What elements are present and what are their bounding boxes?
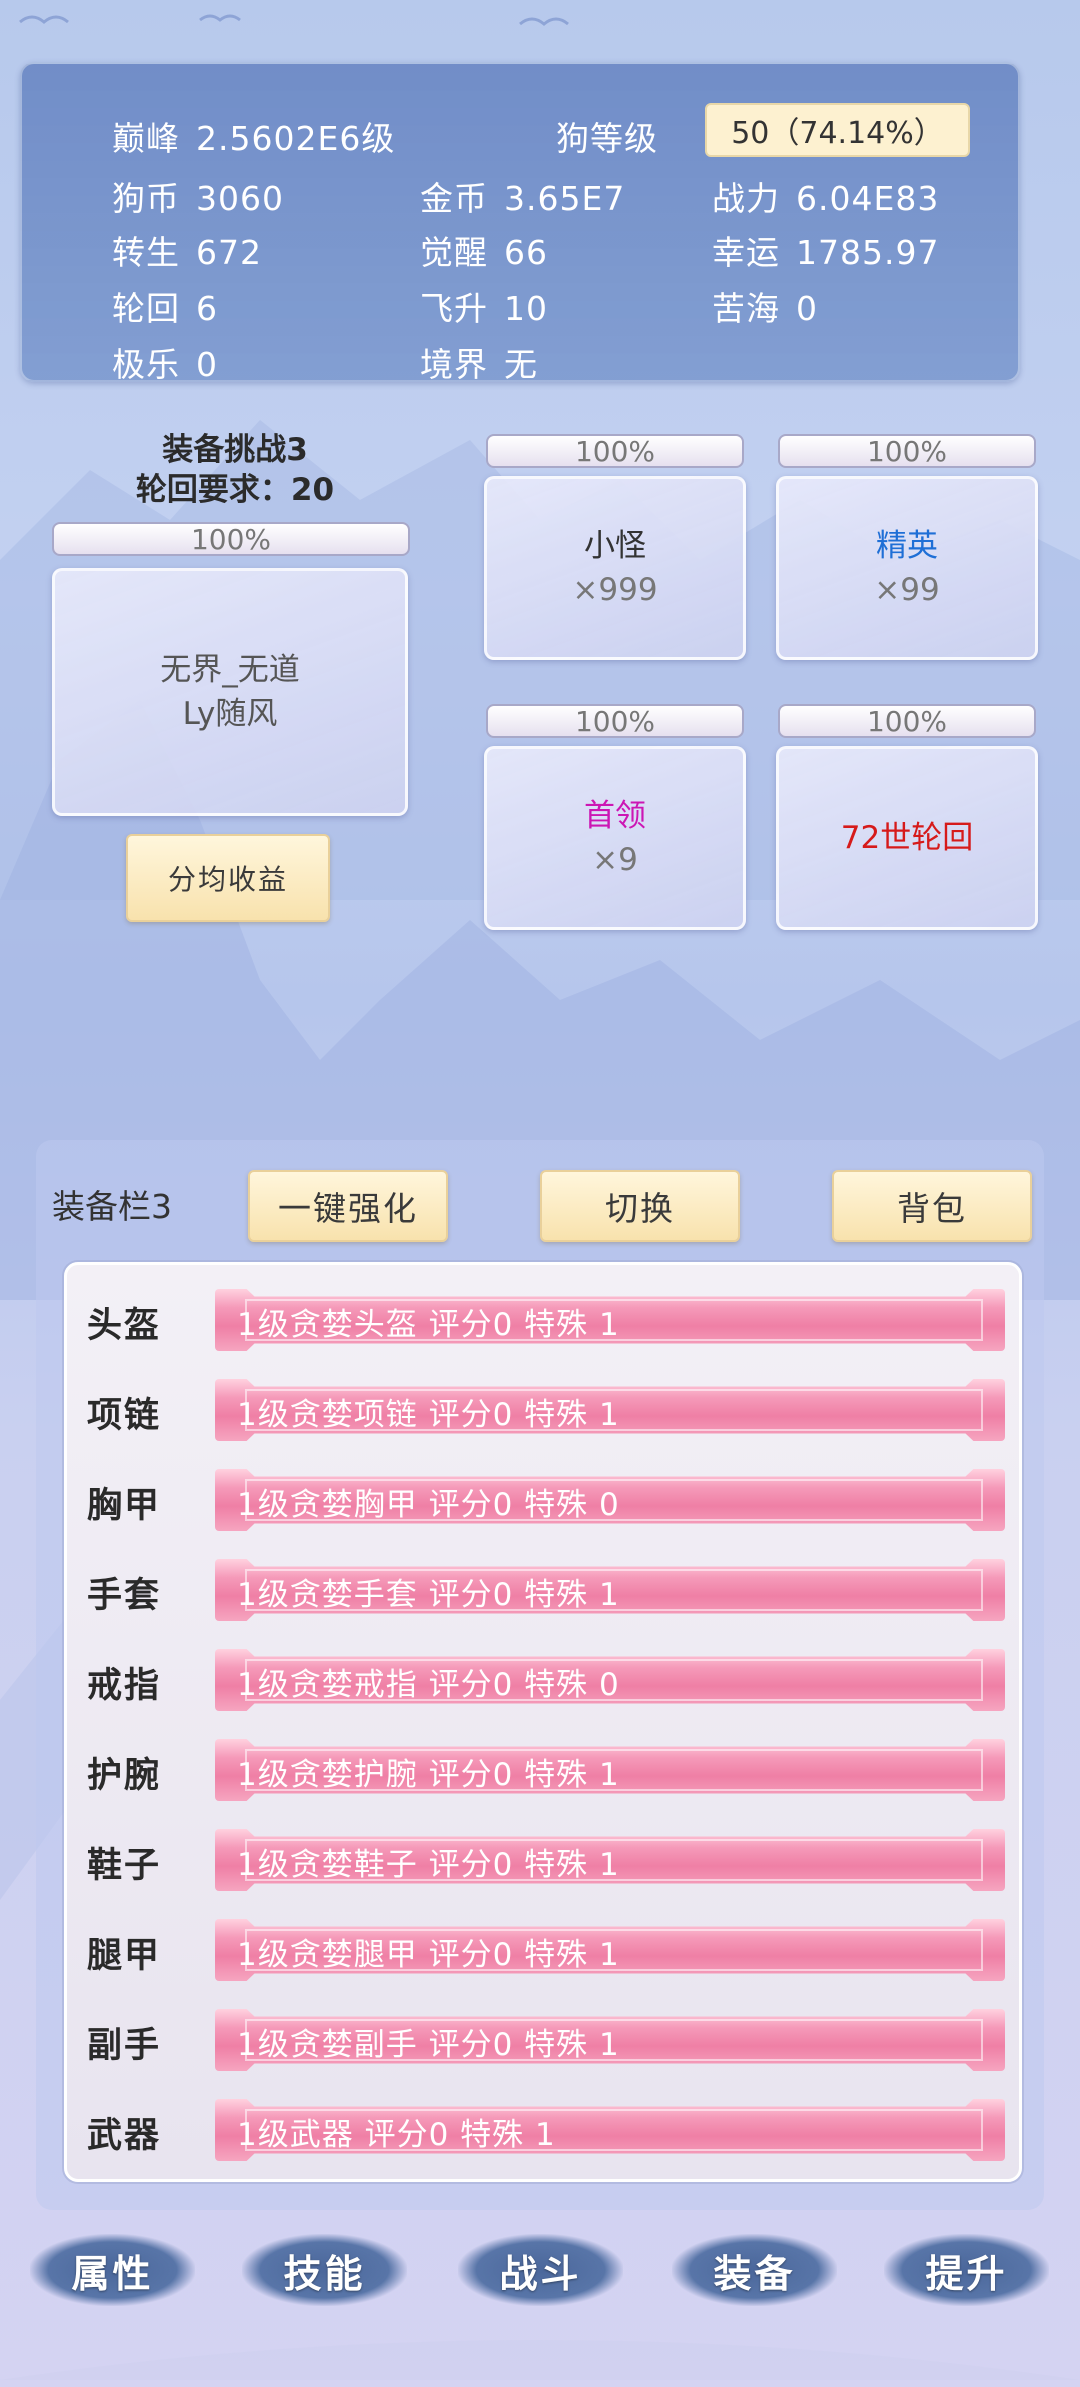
stat-bliss: 极乐 0: [112, 345, 218, 384]
equip-item-text: 1级贪婪项链 评分0 特殊 1: [237, 1397, 620, 1433]
equip-row-gloves[interactable]: 手套 1级贪婪手套 评分0 特殊 1: [87, 1555, 1012, 1625]
boss-progress-text: 100%: [190, 522, 272, 556]
stat-peak: 巅峰 2.5602E6级: [112, 119, 396, 158]
equip-row-ring[interactable]: 戒指 1级贪婪戒指 评分0 特殊 0: [87, 1645, 1012, 1715]
equip-slot-name: 鞋子: [87, 1846, 162, 1886]
equip-row-bracer[interactable]: 护腕 1级贪婪护腕 评分0 特殊 1: [87, 1735, 1012, 1805]
stat-realm: 境界无: [420, 345, 538, 384]
enemy-count-elite: ×99: [874, 572, 940, 608]
equip-item-text: 1级贪婪护腕 评分0 特殊 1: [237, 1757, 620, 1793]
enemy-name-reincarnation: 72世轮回: [840, 820, 974, 856]
equip-item-text: 1级贪婪副手 评分0 特殊 1: [237, 2027, 620, 2063]
stat-luck: 幸运 1785.97: [712, 233, 940, 272]
nav-battle[interactable]: 战斗: [458, 2220, 623, 2320]
stat-dog-level-label: 狗等级: [556, 119, 658, 158]
equipment-list: 头盔 1级贪婪头盔 评分0 特殊 1 项链 1级贪婪项链 评分0 特殊 1 胸甲…: [64, 1262, 1022, 2182]
nav-upgrade[interactable]: 提升: [884, 2220, 1049, 2320]
boss-name-line2: Ly随风: [182, 696, 278, 732]
nav-battle-label: 战斗: [499, 2251, 582, 2296]
equip-row-necklace[interactable]: 项链 1级贪婪项链 评分0 特殊 1: [87, 1375, 1012, 1445]
switch-button[interactable]: 切换: [540, 1170, 740, 1242]
challenge-title-block: 装备挑战3 轮回要求：20: [50, 430, 420, 510]
equip-slot-name: 护腕: [87, 1756, 162, 1796]
reincarnation-progress-text: 100%: [866, 704, 948, 738]
boss-name-line1: 无界_无道: [160, 652, 300, 688]
equip-slot-name: 戒指: [87, 1666, 162, 1706]
enemy-count-leader: ×9: [592, 842, 638, 878]
equip-item-text: 1级贪婪戒指 评分0 特殊 0: [237, 1667, 620, 1703]
stat-samsara: 轮回 6: [112, 289, 218, 328]
equip-row-chest[interactable]: 胸甲 1级贪婪胸甲 评分0 特殊 0: [87, 1465, 1012, 1535]
equip-item-text: 1级贪婪胸甲 评分0 特殊 0: [237, 1487, 620, 1523]
equip-slot-name: 胸甲: [87, 1486, 162, 1526]
share-earnings-button[interactable]: 分均收益: [126, 834, 330, 922]
nav-skills-label: 技能: [283, 2251, 366, 2296]
challenge-title: 装备挑战3: [162, 432, 308, 468]
challenge-requirement: 轮回要求：20: [135, 472, 335, 508]
equip-item-text: 1级贪婪腿甲 评分0 特殊 1: [237, 1937, 620, 1973]
minion-progress-bar: 100%: [486, 434, 744, 468]
leader-progress-bar: 100%: [486, 704, 744, 738]
minion-progress-text: 100%: [574, 434, 656, 468]
equip-slot-name: 武器: [87, 2116, 162, 2156]
enemy-count-minion: ×999: [572, 572, 658, 608]
stat-gold-coin: 金币 3.65E7: [420, 179, 626, 218]
nav-skills[interactable]: 技能: [242, 2220, 407, 2320]
enemy-name-elite: 精英: [876, 528, 938, 564]
stat-awaken: 觉醒 66: [420, 233, 548, 272]
one-click-enhance-button[interactable]: 一键强化: [248, 1170, 448, 1242]
bag-button[interactable]: 背包: [832, 1170, 1032, 1242]
enemy-card-minion[interactable]: 小怪 ×999: [484, 476, 746, 660]
nav-attributes[interactable]: 属性: [30, 2220, 195, 2320]
equip-row-weapon[interactable]: 武器 1级武器 评分0 特殊 1: [87, 2095, 1012, 2165]
stat-bitter-sea: 苦海 0: [712, 289, 818, 328]
enemy-card-reincarnation[interactable]: 72世轮回: [776, 746, 1038, 930]
stat-dog-coin: 狗币 3060: [112, 179, 284, 218]
stat-power: 战力 6.04E83: [712, 179, 940, 218]
equip-row-legs[interactable]: 腿甲 1级贪婪腿甲 评分0 特殊 1: [87, 1915, 1012, 1985]
equip-slot-name: 头盔: [87, 1306, 162, 1346]
equip-slot-name: 手套: [87, 1576, 162, 1616]
leader-progress-text: 100%: [574, 704, 656, 738]
reincarnation-progress-bar: 100%: [778, 704, 1036, 738]
equip-row-shoes[interactable]: 鞋子 1级贪婪鞋子 评分0 特殊 1: [87, 1825, 1012, 1895]
enemy-card-leader[interactable]: 首领 ×9: [484, 746, 746, 930]
elite-progress-bar: 100%: [778, 434, 1036, 468]
enemy-name-leader: 首领: [584, 798, 646, 834]
equip-item-text: 1级贪婪手套 评分0 特殊 1: [237, 1577, 620, 1613]
dog-level-value: 50（74.14%）: [705, 103, 970, 157]
enemy-name-minion: 小怪: [584, 528, 646, 564]
equip-item-text: 1级武器 评分0 特殊 1: [237, 2117, 556, 2153]
boss-card[interactable]: 无界_无道 Ly随风: [52, 568, 408, 816]
equip-item-text: 1级贪婪鞋子 评分0 特殊 1: [237, 1847, 620, 1883]
equip-slot-name: 副手: [87, 2026, 162, 2066]
equip-row-offhand[interactable]: 副手 1级贪婪副手 评分0 特殊 1: [87, 2005, 1012, 2075]
enemy-card-elite[interactable]: 精英 ×99: [776, 476, 1038, 660]
stat-ascend: 飞升 10: [420, 289, 548, 328]
nav-attributes-label: 属性: [71, 2251, 154, 2296]
boss-progress-bar: 100%: [52, 522, 410, 556]
nav-upgrade-label: 提升: [925, 2251, 1008, 2296]
nav-equipment-label: 装备: [713, 2251, 796, 2296]
equip-slot-name: 项链: [87, 1396, 162, 1436]
equip-row-helmet[interactable]: 头盔 1级贪婪头盔 评分0 特殊 1: [87, 1285, 1012, 1355]
nav-equipment[interactable]: 装备: [672, 2220, 837, 2320]
equip-item-text: 1级贪婪头盔 评分0 特殊 1: [237, 1307, 620, 1343]
stat-rebirth: 转生 672: [112, 233, 262, 272]
equipment-slot-label: 装备栏3: [52, 1187, 172, 1226]
equip-slot-name: 腿甲: [87, 1936, 162, 1976]
elite-progress-text: 100%: [866, 434, 948, 468]
